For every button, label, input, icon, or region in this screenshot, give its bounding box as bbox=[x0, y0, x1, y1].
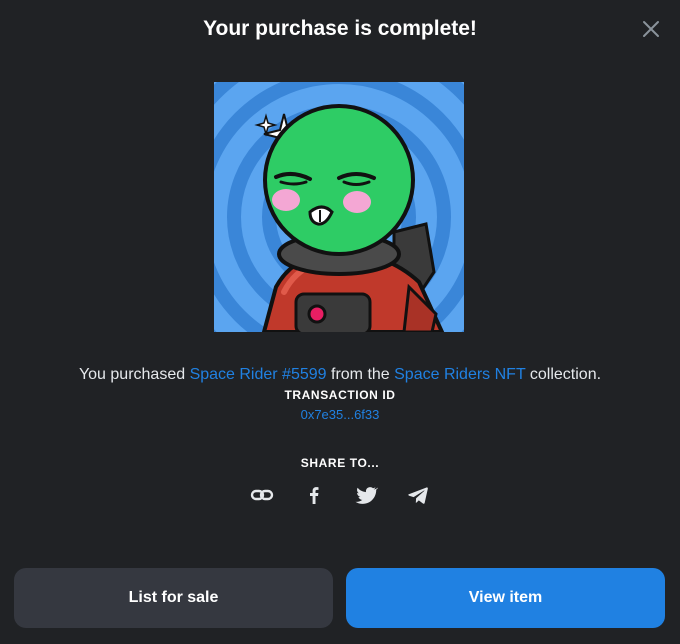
purchase-prefix: You purchased bbox=[78, 366, 190, 383]
telegram-icon bbox=[408, 487, 428, 504]
facebook-icon bbox=[310, 487, 319, 504]
purchase-complete-modal: Your purchase is complete! You purchased… bbox=[0, 0, 680, 644]
purchase-middle: from the bbox=[326, 366, 395, 383]
view-item-button[interactable]: View item bbox=[346, 568, 665, 628]
collection-link[interactable]: Space Riders NFT bbox=[394, 366, 525, 383]
purchase-suffix: collection. bbox=[525, 366, 602, 383]
list-for-sale-button[interactable]: List for sale bbox=[14, 568, 333, 628]
share-telegram-button[interactable] bbox=[406, 482, 430, 508]
modal-title: Your purchase is complete! bbox=[203, 17, 477, 40]
twitter-icon bbox=[355, 487, 378, 504]
share-twitter-button[interactable] bbox=[354, 482, 378, 508]
share-label: SHARE TO... bbox=[300, 456, 380, 470]
transaction-id-link[interactable]: 0x7e35...6f33 bbox=[0, 407, 680, 422]
close-button[interactable] bbox=[640, 18, 662, 40]
item-link[interactable]: Space Rider #5599 bbox=[190, 366, 327, 383]
link-icon bbox=[250, 489, 274, 501]
transaction-id-label: TRANSACTION ID bbox=[284, 388, 396, 402]
nft-artwork bbox=[214, 82, 464, 332]
share-link-button[interactable] bbox=[250, 482, 274, 508]
close-icon bbox=[643, 21, 659, 37]
purchase-message: You purchased Space Rider #5599 from the… bbox=[0, 365, 680, 385]
share-facebook-button[interactable] bbox=[302, 482, 326, 508]
share-buttons bbox=[0, 482, 680, 508]
